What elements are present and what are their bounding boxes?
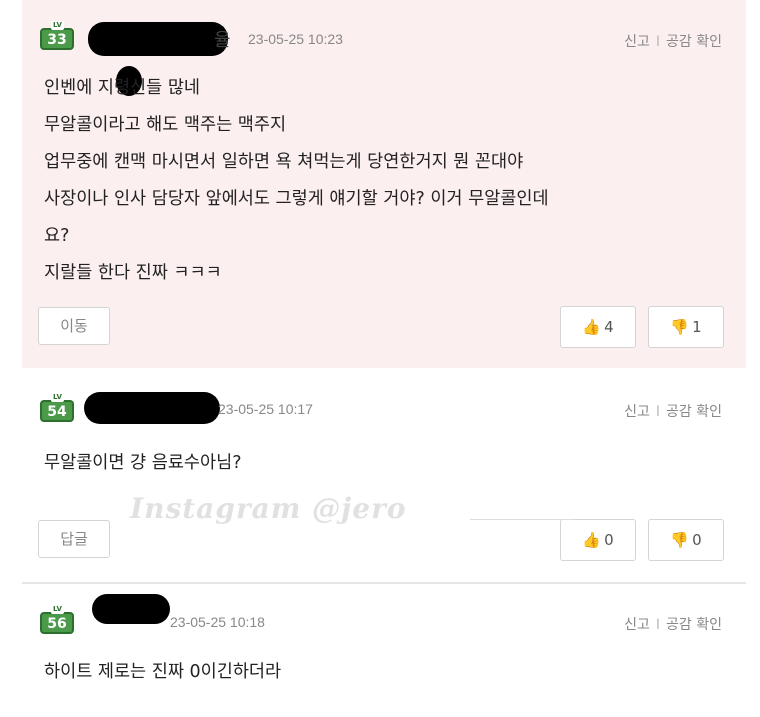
comment-3: 56 23-05-25 10:18 신고 I 공감 확인 하이트 제로는 진짜 0이… (22, 586, 746, 717)
comment-line: 업무중에 캔맥 마시면서 일하면 욕 쳐먹는게 당연한거지 뭔 꼰대야 (44, 152, 524, 172)
separator: I (655, 404, 661, 420)
comment-line: 요? (44, 226, 70, 246)
upvote-button[interactable]: 👍 0 (560, 519, 636, 561)
separator: I (655, 617, 661, 633)
separator: I (655, 34, 661, 50)
report-link[interactable]: 신고 (624, 617, 650, 633)
like-check-link[interactable]: 공감 확인 (666, 34, 722, 50)
thumbs-down-icon: 👎 (670, 318, 690, 336)
comment-line: 인벤에 지령신들 많네 (44, 78, 201, 98)
censored-username (88, 22, 228, 56)
comment-line: 무알콜이면 걍 음료수아님? (44, 453, 242, 473)
downvote-button[interactable]: 👎 0 (648, 519, 724, 561)
comment-body: 하이트 제로는 진짜 0이긴하더라 (44, 654, 281, 691)
comment-line: 지랄들 한다 진짜 ㅋㅋㅋ (44, 263, 222, 283)
comment-divider (22, 582, 746, 584)
level-badge: 56 (40, 605, 74, 634)
username-tail: 율 (214, 30, 231, 51)
comment-date: 23-05-25 10:18 (170, 614, 265, 630)
move-button[interactable]: 이동 (38, 307, 110, 345)
like-check-link[interactable]: 공감 확인 (666, 617, 722, 633)
comment-1: 33 율 23-05-25 10:23 신고 I 공감 확인 인벤에 지령신들 많네… (22, 0, 746, 368)
censored-username (92, 594, 170, 624)
upvote-count: 0 (604, 531, 614, 549)
comment-body: 인벤에 지령신들 많네 무알콜이라고 해도 맥주는 맥주지 업무중에 캔맥 마시… (44, 70, 549, 292)
comment-line: 사장이나 인사 담당자 앞에서도 그렇게 얘기할 거야? 이거 무알콜인데 (44, 189, 549, 209)
comment-actions: 신고 I 공감 확인 (624, 401, 722, 421)
comment-date: 23-05-25 10:23 (248, 31, 343, 47)
comment-2: 54 23-05-25 10:17 신고 I 공감 확인 무알콜이면 걍 음료수아님… (22, 370, 746, 580)
comment-body: 무알콜이면 걍 음료수아님? (44, 445, 242, 482)
reply-button[interactable]: 답글 (38, 520, 110, 558)
thumbs-up-icon: 👍 (582, 318, 602, 336)
downvote-count: 0 (692, 531, 702, 549)
comment-line: 무알콜이라고 해도 맥주는 맥주지 (44, 115, 287, 135)
comment-date: 23-05-25 10:17 (218, 401, 313, 417)
censored-username (84, 392, 220, 424)
report-link[interactable]: 신고 (624, 34, 650, 50)
thumbs-down-icon: 👎 (670, 531, 690, 549)
level-badge: 33 (40, 21, 74, 50)
downvote-button[interactable]: 👎 1 (648, 306, 724, 348)
report-link[interactable]: 신고 (624, 404, 650, 420)
upvote-button[interactable]: 👍 4 (560, 306, 636, 348)
watermark: Instagram @jero (130, 492, 407, 525)
comment-actions: 신고 I 공감 확인 (624, 31, 722, 51)
level-badge: 54 (40, 393, 74, 422)
thumbs-up-icon: 👍 (582, 531, 602, 549)
comment-actions: 신고 I 공감 확인 (624, 614, 722, 634)
downvote-count: 1 (692, 318, 702, 336)
watermark-underline (470, 519, 574, 520)
upvote-count: 4 (604, 318, 614, 336)
comment-line: 하이트 제로는 진짜 0이긴하더라 (44, 662, 282, 682)
like-check-link[interactable]: 공감 확인 (666, 404, 722, 420)
